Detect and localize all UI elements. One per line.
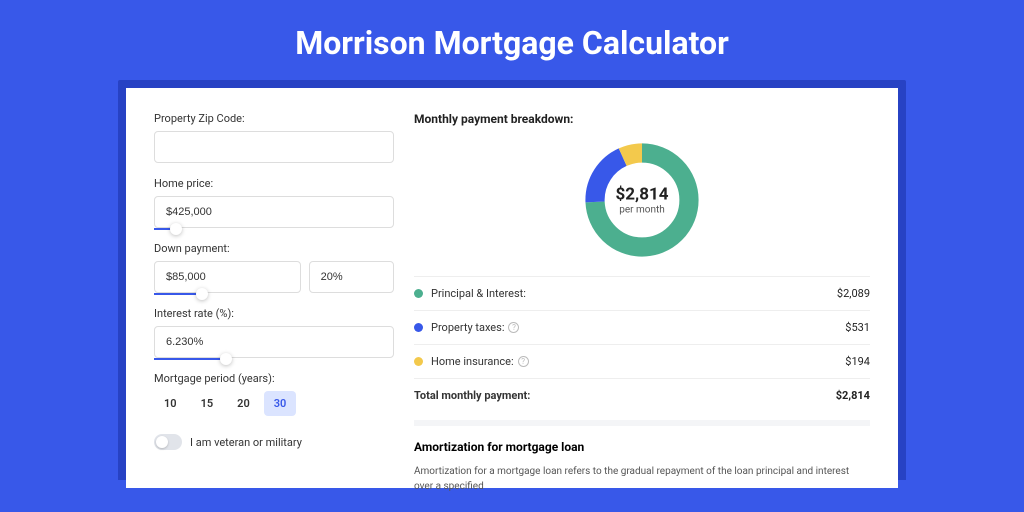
period-field: Mortgage period (years): 10 15 20 30 [154,372,394,416]
legend-label-taxes: Property taxes: ? [431,321,845,334]
home-price-input[interactable] [154,196,394,228]
dot-icon-green [414,289,423,298]
legend-value-taxes: $531 [845,321,870,334]
legend-row-total: Total monthly payment: $2,814 [414,378,870,412]
zip-field: Property Zip Code: [154,112,394,163]
donut-amount: $2,814 [616,185,669,205]
legend-label-insurance-text: Home insurance: [431,355,514,368]
home-price-label: Home price: [154,177,394,190]
page-title: Morrison Mortgage Calculator [0,0,1024,80]
period-pill-30[interactable]: 30 [264,391,297,416]
period-pill-20[interactable]: 20 [227,391,260,416]
donut-sub: per month [616,205,669,216]
breakdown-panel: Monthly payment breakdown: $2,814 per mo… [414,112,870,488]
zip-label: Property Zip Code: [154,112,394,125]
down-payment-label: Down payment: [154,242,394,255]
legend-row-insurance: Home insurance: ? $194 [414,344,870,378]
calculator-card: Property Zip Code: Home price: Down paym… [126,88,898,488]
donut-center: $2,814 per month [616,185,669,216]
interest-field: Interest rate (%): [154,307,394,358]
donut-chart: $2,814 per month [580,138,704,262]
period-label: Mortgage period (years): [154,372,394,385]
home-price-slider[interactable] [154,228,176,230]
donut-chart-wrap: $2,814 per month [414,134,870,276]
zip-input[interactable] [154,131,394,163]
veteran-label: I am veteran or military [190,436,302,449]
interest-slider[interactable] [154,358,226,360]
veteran-row: I am veteran or military [154,434,394,450]
total-value: $2,814 [836,389,870,402]
amortization-section: Amortization for mortgage loan Amortizat… [414,420,870,494]
dot-icon-yellow [414,357,423,366]
legend-label-principal: Principal & Interest: [431,287,837,300]
legend-label-insurance: Home insurance: ? [431,355,845,368]
total-label: Total monthly payment: [414,389,836,402]
period-pills: 10 15 20 30 [154,391,394,416]
period-pill-10[interactable]: 10 [154,391,187,416]
legend: Principal & Interest: $2,089 Property ta… [414,276,870,412]
card-shadow: Property Zip Code: Home price: Down paym… [118,80,906,480]
down-payment-field: Down payment: [154,242,394,293]
amortization-text: Amortization for a mortgage loan refers … [414,464,870,494]
legend-row-taxes: Property taxes: ? $531 [414,310,870,344]
down-payment-input[interactable] [154,261,301,293]
amortization-title: Amortization for mortgage loan [414,440,870,454]
veteran-toggle[interactable] [154,434,182,450]
breakdown-title: Monthly payment breakdown: [414,112,870,126]
dot-icon-blue [414,323,423,332]
help-icon[interactable]: ? [518,356,529,367]
legend-label-taxes-text: Property taxes: [431,321,504,334]
down-payment-pct-input[interactable] [309,261,394,293]
legend-value-insurance: $194 [845,355,870,368]
period-pill-15[interactable]: 15 [191,391,224,416]
down-payment-slider[interactable] [154,293,202,295]
inputs-panel: Property Zip Code: Home price: Down paym… [154,112,394,488]
legend-row-principal: Principal & Interest: $2,089 [414,276,870,310]
help-icon[interactable]: ? [508,322,519,333]
interest-input[interactable] [154,326,394,358]
home-price-field: Home price: [154,177,394,228]
legend-value-principal: $2,089 [837,287,870,300]
interest-label: Interest rate (%): [154,307,394,320]
